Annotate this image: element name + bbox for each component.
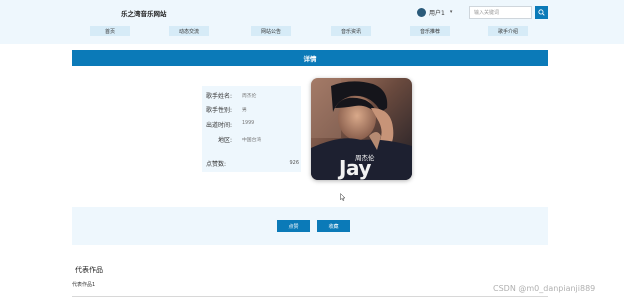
- site-title[interactable]: 乐之湾音乐网站: [121, 8, 167, 18]
- singer-cover-image: 周杰伦 Jay: [311, 78, 412, 180]
- works-title: 代表作品: [75, 266, 103, 274]
- favorite-button[interactable]: 收藏: [317, 220, 350, 232]
- info-value: 周杰伦: [242, 94, 257, 99]
- watermark: CSDN @m0_danpianji889: [493, 284, 596, 293]
- likes-label: 点赞数:: [206, 161, 227, 168]
- search-input[interactable]: [469, 6, 532, 19]
- info-value: 中国台湾: [242, 138, 262, 143]
- info-row-region: 地区: 中国台湾: [202, 132, 301, 144]
- action-panel: 点赞 收藏: [72, 207, 548, 245]
- info-row-debut: 出道时间: 1999: [202, 117, 301, 129]
- nav-item-singers[interactable]: 歌手介绍: [488, 26, 528, 36]
- nav-item-community[interactable]: 动态交流: [169, 26, 209, 36]
- detail-title-bar: 详情: [72, 50, 548, 66]
- info-row-gender: 歌手性别: 男: [202, 102, 301, 114]
- works-item[interactable]: 代表作品1: [72, 281, 95, 288]
- user-label[interactable]: 用户1: [429, 8, 445, 17]
- chevron-down-icon[interactable]: ▾: [450, 9, 453, 15]
- like-button[interactable]: 点赞: [277, 220, 310, 232]
- info-label: 歌手姓名:: [206, 93, 233, 100]
- divider: [72, 296, 548, 297]
- search-button[interactable]: [535, 6, 548, 19]
- info-value: 1999: [242, 121, 255, 126]
- avatar[interactable]: [417, 7, 426, 17]
- info-label: 地区:: [218, 137, 233, 144]
- cursor-icon: [340, 193, 346, 201]
- main-nav: 首页 动态交流 网站公告 音乐资讯 音乐推荐 歌手介绍: [0, 26, 624, 36]
- nav-item-announcements[interactable]: 网站公告: [251, 26, 291, 36]
- info-row-name: 歌手姓名: 周杰伦: [202, 88, 301, 100]
- search-icon: [538, 9, 545, 16]
- likes-count: 926: [289, 160, 299, 166]
- nav-item-recommendations[interactable]: 音乐推荐: [410, 26, 450, 36]
- nav-item-home[interactable]: 首页: [90, 26, 130, 36]
- cover-logo-text: Jay: [339, 156, 371, 180]
- site-header: 乐之湾音乐网站 用户1 ▾ 首页 动态交流 网站公告 音乐资讯 音乐推荐 歌手介…: [0, 0, 624, 44]
- info-label: 歌手性别:: [206, 107, 233, 114]
- singer-info-panel: 歌手姓名: 周杰伦 歌手性别: 男 出道时间: 1999 地区: 中国台湾 点赞…: [202, 86, 301, 172]
- nav-item-music-news[interactable]: 音乐资讯: [331, 26, 371, 36]
- info-value: 男: [242, 108, 247, 113]
- info-label: 出道时间:: [206, 122, 233, 129]
- user-menu[interactable]: 用户1 ▾: [417, 6, 452, 18]
- info-row-likes: 点赞数: 926: [202, 156, 301, 168]
